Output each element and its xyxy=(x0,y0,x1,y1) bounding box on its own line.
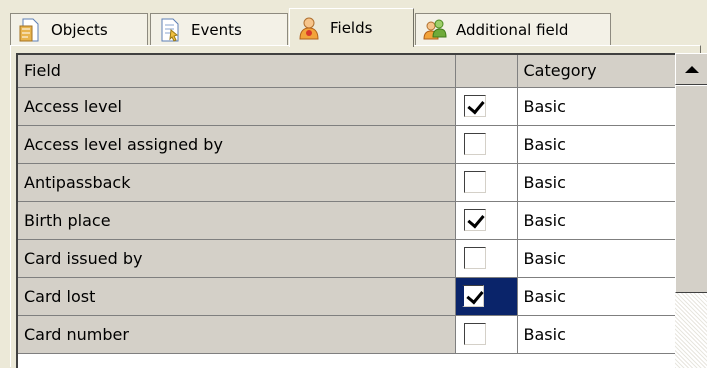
category-cell[interactable]: Basic xyxy=(517,125,678,164)
tab-events[interactable]: Events xyxy=(150,13,288,46)
top-strip xyxy=(0,0,707,8)
checkbox[interactable] xyxy=(463,323,486,345)
scrollbar-thumb[interactable] xyxy=(675,85,707,293)
column-header-field[interactable]: Field xyxy=(18,55,456,88)
checkbox-cell[interactable] xyxy=(455,277,518,316)
tab-bar: Objects Events Fields Additional field xyxy=(10,8,700,47)
category-cell[interactable]: Basic xyxy=(517,277,678,316)
column-header-category[interactable]: Category xyxy=(517,55,678,88)
tab-objects-label: Objects xyxy=(51,21,108,39)
category-cell[interactable]: Basic xyxy=(517,239,678,278)
scroll-up-button[interactable] xyxy=(675,53,707,85)
checkbox-cell[interactable] xyxy=(455,163,518,202)
checkbox[interactable] xyxy=(461,285,484,307)
checkbox[interactable] xyxy=(463,209,486,231)
table-row[interactable]: Card number Basic xyxy=(18,315,678,354)
tab-additional-field-label: Additional field xyxy=(456,21,569,39)
checkbox[interactable] xyxy=(463,133,486,155)
checkbox[interactable] xyxy=(463,95,486,117)
checkbox-cell[interactable] xyxy=(455,87,518,126)
field-cell[interactable]: Card issued by xyxy=(18,239,456,278)
vertical-scrollbar[interactable] xyxy=(675,53,707,368)
table-row[interactable]: Card lost Basic xyxy=(18,277,678,316)
checkbox[interactable] xyxy=(463,247,486,269)
tab-panel: Field Category Access level Basic Access l… xyxy=(10,45,707,368)
checkbox-cell[interactable] xyxy=(455,315,518,354)
tab-fields[interactable]: Fields xyxy=(289,8,414,47)
field-cell[interactable]: Access level assigned by xyxy=(18,125,456,164)
table-row[interactable]: Birth place Basic xyxy=(18,201,678,240)
tab-fields-label: Fields xyxy=(330,19,373,37)
arrow-up-icon xyxy=(684,65,699,73)
fields-grid: Field Category Access level Basic Access l… xyxy=(16,53,686,368)
tab-objects[interactable]: Objects xyxy=(10,13,148,46)
field-cell[interactable]: Antipassback xyxy=(18,163,456,202)
field-cell[interactable]: Card lost xyxy=(18,277,456,316)
table-row[interactable]: Card issued by Basic xyxy=(18,239,678,278)
column-header-check[interactable] xyxy=(455,55,518,88)
checkbox[interactable] xyxy=(463,171,486,193)
category-cell[interactable]: Basic xyxy=(517,315,678,354)
table-row[interactable]: Access level assigned by Basic xyxy=(18,125,678,164)
objects-icon xyxy=(17,17,43,43)
events-icon xyxy=(157,17,183,43)
fields-icon xyxy=(296,15,322,41)
category-cell[interactable]: Basic xyxy=(517,201,678,240)
category-cell[interactable]: Basic xyxy=(517,163,678,202)
category-cell[interactable]: Basic xyxy=(517,87,678,126)
tab-additional-field[interactable]: Additional field xyxy=(415,13,611,46)
additional-field-icon xyxy=(422,17,448,43)
table-row[interactable]: Antipassback Basic xyxy=(18,163,678,202)
tab-events-label: Events xyxy=(191,21,242,39)
table-row[interactable]: Access level Basic xyxy=(18,87,678,126)
checkbox-cell[interactable] xyxy=(455,239,518,278)
field-cell[interactable]: Birth place xyxy=(18,201,456,240)
checkbox-cell[interactable] xyxy=(455,125,518,164)
grid-header-row: Field Category xyxy=(18,55,678,88)
field-cell[interactable]: Card number xyxy=(18,315,456,354)
checkbox-cell[interactable] xyxy=(455,201,518,240)
field-cell[interactable]: Access level xyxy=(18,87,456,126)
